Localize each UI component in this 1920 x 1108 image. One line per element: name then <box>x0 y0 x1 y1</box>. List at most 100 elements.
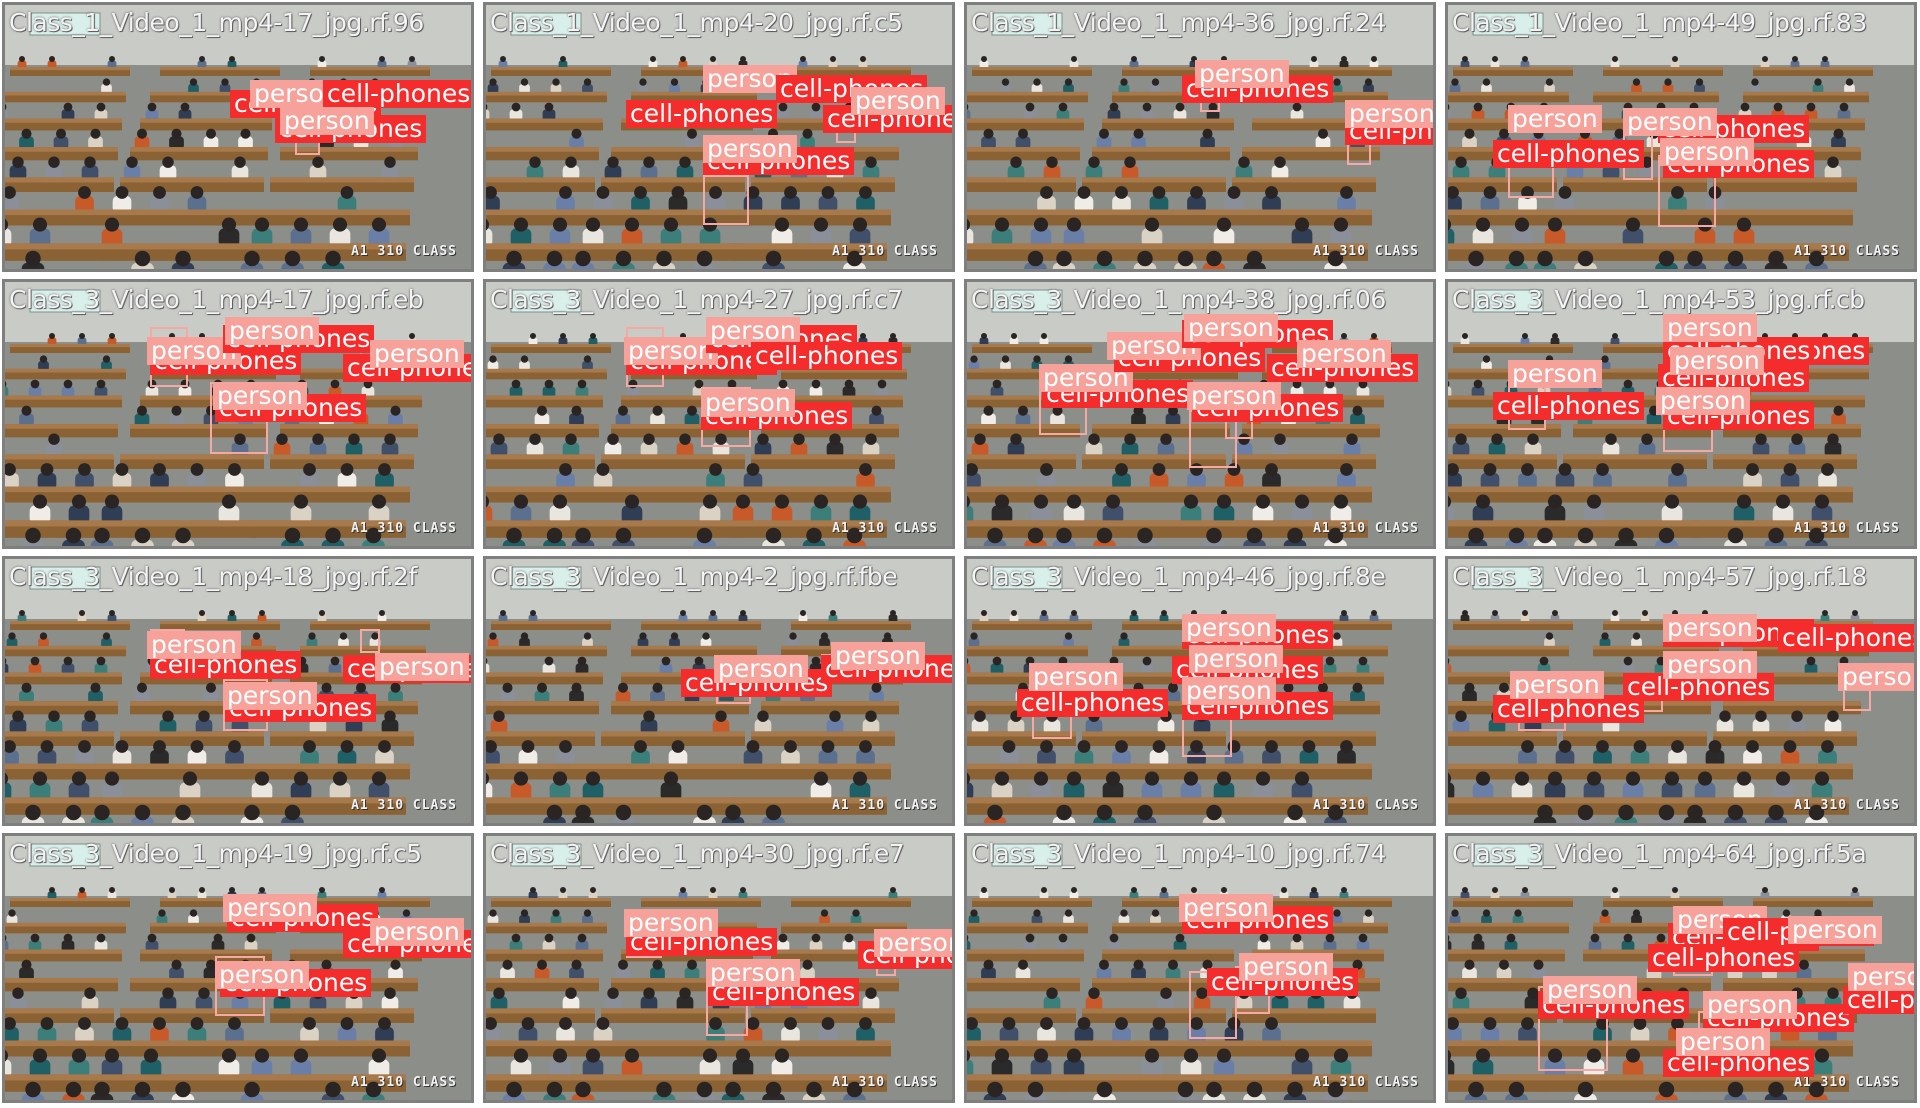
tile-filename: Class_1_Video_1_mp4-49_jpg.rf.83 <box>1452 8 1867 37</box>
mosaic-tile: Class_3_Video_1_mp4-27_jpg.rf.c7 A1 310 … <box>483 279 955 549</box>
person-label: person <box>706 959 800 987</box>
person-label: person <box>1623 108 1717 136</box>
tile-filename: Class_1_Video_1_mp4-20_jpg.rf.c5 <box>490 8 903 37</box>
person-label: person <box>1182 614 1276 642</box>
person-label: person <box>1663 314 1757 342</box>
mosaic-tile: Class_1_Video_1_mp4-36_jpg.rf.24 A1 310 … <box>964 2 1436 272</box>
person-label: person <box>375 653 469 681</box>
phone-label: cell-phones <box>323 80 471 108</box>
detection-mosaic: Class_1_Video_1_mp4-17_jpg.rf.96 A1 310 … <box>0 0 1920 1108</box>
camera-stamp: A1 310 CLASS <box>1794 1075 1900 1090</box>
tile-filename: Class_3_Video_1_mp4-30_jpg.rf.e7 <box>490 839 905 868</box>
camera-stamp: A1 310 CLASS <box>351 798 457 813</box>
camera-stamp: A1 310 CLASS <box>1313 798 1419 813</box>
person-label: person <box>714 655 808 683</box>
phone-label: cell-phones <box>1493 392 1645 420</box>
person-label: person <box>1848 963 1914 991</box>
mosaic-tile: Class_3_Video_1_mp4-18_jpg.rf.2f A1 310 … <box>2 556 474 826</box>
classroom-scene <box>967 836 1433 1100</box>
phone-label: cell-phones <box>1493 140 1645 168</box>
mosaic-tile: Class_3_Video_1_mp4-30_jpg.rf.e7 A1 310 … <box>483 833 955 1103</box>
person-box <box>703 175 749 225</box>
tile-filename: Class_3_Video_1_mp4-53_jpg.rf.cb <box>1452 285 1865 314</box>
person-label: person <box>1508 105 1602 133</box>
person-label: person <box>1179 894 1273 922</box>
mosaic-tile: Class_3_Video_1_mp4-2_jpg.rf.fbe A1 310 … <box>483 556 955 826</box>
person-label: person <box>1676 1028 1770 1056</box>
person-label: person <box>223 682 317 710</box>
person-label: person <box>1029 663 1123 691</box>
camera-stamp: A1 310 CLASS <box>351 521 457 536</box>
camera-stamp: A1 310 CLASS <box>832 1075 938 1090</box>
mosaic-tile: Class_3_Video_1_mp4-19_jpg.rf.c5 A1 310 … <box>2 833 474 1103</box>
person-label: person <box>851 87 945 115</box>
tile-filename: Class_3_Video_1_mp4-46_jpg.rf.8e <box>971 562 1386 591</box>
person-label: person <box>213 382 307 410</box>
person-label: person <box>1189 645 1283 673</box>
mosaic-tile: Class_1_Video_1_mp4-17_jpg.rf.96 A1 310 … <box>2 2 474 272</box>
mosaic-tile: Class_3_Video_1_mp4-46_jpg.rf.8e A1 310 … <box>964 556 1436 826</box>
person-label: person <box>1788 916 1882 944</box>
person-label: person <box>1663 614 1757 642</box>
mosaic-tile: Class_3_Video_1_mp4-53_jpg.rf.cb A1 310 … <box>1445 279 1917 549</box>
camera-stamp: A1 310 CLASS <box>832 521 938 536</box>
camera-stamp: A1 310 CLASS <box>1313 244 1419 259</box>
person-label: person <box>1543 976 1637 1004</box>
person-label: person <box>1656 387 1750 415</box>
person-label: person <box>1670 347 1764 375</box>
person-label: person <box>624 909 718 937</box>
person-label: person <box>624 337 718 365</box>
camera-stamp: A1 310 CLASS <box>1794 798 1900 813</box>
tile-filename: Class_1_Video_1_mp4-36_jpg.rf.24 <box>971 8 1386 37</box>
tile-filename: Class_1_Video_1_mp4-17_jpg.rf.96 <box>9 8 424 37</box>
camera-stamp: A1 310 CLASS <box>1313 1075 1419 1090</box>
person-label: person <box>1297 340 1391 368</box>
mosaic-tile: Class_3_Video_1_mp4-10_jpg.rf.74 A1 310 … <box>964 833 1436 1103</box>
person-label: person <box>1184 314 1278 342</box>
camera-stamp: A1 310 CLASS <box>351 244 457 259</box>
tile-filename: Class_3_Video_1_mp4-64_jpg.rf.5a <box>1452 839 1867 868</box>
person-label: person <box>1345 100 1433 128</box>
phone-label: cell-phones <box>1648 944 1800 972</box>
mosaic-tile: Class_3_Video_1_mp4-64_jpg.rf.5a A1 310 … <box>1445 833 1917 1103</box>
person-label: person <box>1195 60 1289 88</box>
person-label: person <box>215 961 309 989</box>
phone-label: cell-phones <box>751 342 903 370</box>
person-label: person <box>1510 671 1604 699</box>
person-label: person <box>1838 663 1914 691</box>
mosaic-tile: Class_3_Video_1_mp4-17_jpg.rf.eb A1 310 … <box>2 279 474 549</box>
phone-label: cell-phones <box>626 100 778 128</box>
tile-filename: Class_3_Video_1_mp4-2_jpg.rf.fbe <box>490 562 898 591</box>
person-label: person <box>831 642 925 670</box>
camera-stamp: A1 310 CLASS <box>1794 521 1900 536</box>
person-label: person <box>1660 138 1754 166</box>
camera-stamp: A1 310 CLASS <box>1313 521 1419 536</box>
person-label: person <box>370 918 464 946</box>
phone-label: cell-phones <box>1493 695 1645 723</box>
phone-label: cell-phones <box>1017 689 1169 717</box>
person-label: person <box>370 340 464 368</box>
person-label: person <box>280 107 374 135</box>
person-label: person <box>1187 382 1281 410</box>
mosaic-tile: Class_3_Video_1_mp4-38_jpg.rf.06 A1 310 … <box>964 279 1436 549</box>
mosaic-tile: Class_1_Video_1_mp4-49_jpg.rf.83 A1 310 … <box>1445 2 1917 272</box>
person-label: person <box>223 894 317 922</box>
person-label: person <box>147 631 241 659</box>
person-label: person <box>874 929 952 957</box>
tile-filename: Class_3_Video_1_mp4-38_jpg.rf.06 <box>971 285 1386 314</box>
person-label: person <box>1703 991 1797 1019</box>
mosaic-tile: Class_3_Video_1_mp4-57_jpg.rf.18 A1 310 … <box>1445 556 1917 826</box>
person-label: person <box>1508 360 1602 388</box>
person-label: person <box>1663 651 1757 679</box>
person-label: person <box>225 317 319 345</box>
camera-stamp: A1 310 CLASS <box>832 244 938 259</box>
person-box <box>360 629 380 653</box>
camera-stamp: A1 310 CLASS <box>832 798 938 813</box>
tile-filename: Class_3_Video_1_mp4-18_jpg.rf.2f <box>9 562 417 591</box>
person-label: person <box>703 135 797 163</box>
tile-filename: Class_3_Video_1_mp4-17_jpg.rf.eb <box>9 285 424 314</box>
person-label: person <box>1239 953 1333 981</box>
camera-stamp: A1 310 CLASS <box>351 1075 457 1090</box>
person-label: person <box>1182 677 1276 705</box>
camera-stamp: A1 310 CLASS <box>1794 244 1900 259</box>
